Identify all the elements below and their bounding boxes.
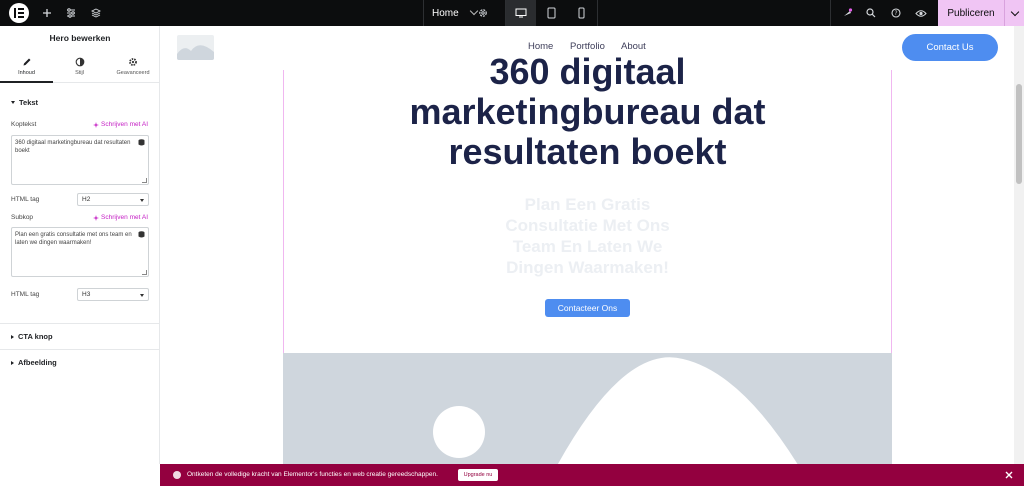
section-cta-toggle[interactable]: CTA knop: [11, 332, 53, 341]
dynamic-tags-icon[interactable]: [138, 139, 145, 146]
tab-content[interactable]: Inhoud: [0, 51, 53, 83]
structure-icon[interactable]: [87, 0, 105, 26]
divider: [0, 349, 160, 350]
site-settings-icon[interactable]: [62, 0, 80, 26]
heading-textarea-value: 360 digitaal marketingbureau dat resulta…: [15, 140, 131, 155]
elementor-logo-icon[interactable]: [9, 3, 29, 23]
contact-us-button[interactable]: Contact Us: [902, 34, 998, 61]
caret-right-icon: [11, 334, 14, 339]
elementor-badge-icon: [173, 471, 181, 479]
canvas-scrollbar[interactable]: [1014, 26, 1024, 464]
gear-icon: [129, 58, 137, 66]
heading-tag-label: HTML tag: [11, 196, 40, 203]
resize-handle[interactable]: [142, 178, 147, 183]
section-image-title: Afbeelding: [18, 358, 57, 367]
tablet-icon[interactable]: [536, 0, 566, 26]
write-with-ai-button[interactable]: Schrijven met AI: [93, 121, 148, 128]
write-with-ai-label: Schrijven met AI: [101, 214, 148, 221]
subhead-tag-label: HTML tag: [11, 291, 40, 298]
promo-text: Ontketen de volledige kracht van Element…: [187, 471, 438, 478]
write-with-ai-label: Schrijven met AI: [101, 121, 148, 128]
subhead-textarea-value: Plan een gratis consultatie met ons team…: [15, 232, 132, 247]
hero-subheading[interactable]: Plan Een Gratis Consultatie Met Ons Team…: [283, 194, 892, 278]
caret-right-icon: [11, 360, 14, 365]
whats-new-icon[interactable]: [838, 0, 856, 26]
resize-handle[interactable]: [142, 270, 147, 275]
hero-heading[interactable]: 360 digitaal marketingbureau dat resulta…: [283, 52, 892, 172]
heading-tag-select[interactable]: H2: [77, 193, 149, 206]
sparkle-icon: [93, 214, 100, 221]
tab-style-label: Stijl: [75, 70, 84, 76]
preview-icon[interactable]: [912, 0, 930, 26]
caret-down-icon: [11, 101, 15, 104]
site-logo-placeholder[interactable]: [177, 35, 214, 60]
mobile-icon[interactable]: [566, 0, 596, 26]
caret-down-icon: [140, 294, 144, 297]
panel-tabs: Inhoud Stijl Geavanceerd: [0, 51, 160, 83]
pencil-icon: [23, 58, 30, 66]
subhead-textarea[interactable]: Plan een gratis consultatie met ons team…: [11, 227, 149, 277]
section-text-title: Tekst: [19, 98, 39, 107]
page-settings-icon[interactable]: [474, 0, 492, 26]
preview-canvas: Home Portfolio About Contact Us 360 digi…: [161, 26, 1014, 464]
tab-advanced-label: Geavanceerd: [116, 70, 150, 76]
page-name: Home: [432, 7, 459, 19]
add-icon[interactable]: [38, 0, 56, 26]
help-icon[interactable]: ?: [887, 0, 905, 26]
subhead-label: Subkop: [11, 214, 34, 221]
heading-tag-value: H2: [82, 196, 91, 203]
top-bar: Home ? Publiceren: [0, 0, 1024, 26]
subhead-tag-value: H3: [82, 291, 91, 298]
publish-options-button[interactable]: [1004, 0, 1024, 26]
caret-down-icon: [140, 199, 144, 202]
sparkle-icon: [93, 121, 100, 128]
subhead-tag-select[interactable]: H3: [77, 288, 149, 301]
hero-image-placeholder[interactable]: [283, 353, 892, 464]
svg-text:?: ?: [894, 10, 897, 17]
scrollbar-thumb[interactable]: [1016, 84, 1022, 184]
editor-panel: Hero bewerken Inhoud Stijl Geavanceerd T…: [0, 26, 160, 464]
upgrade-promo-bar: Ontketen de volledige kracht van Element…: [160, 464, 1024, 486]
close-icon[interactable]: [1004, 469, 1014, 481]
tab-style[interactable]: Stijl: [53, 51, 106, 83]
heading-label: Koptekst: [11, 121, 37, 128]
divider: [0, 323, 160, 324]
heading-textarea[interactable]: 360 digitaal marketingbureau dat resulta…: [11, 135, 149, 185]
section-image-toggle[interactable]: Afbeelding: [11, 358, 57, 367]
publish-button[interactable]: Publiceren: [938, 0, 1004, 26]
dynamic-tags-icon[interactable]: [138, 231, 145, 238]
chevron-down-icon: [1010, 7, 1019, 16]
section-text-toggle[interactable]: Tekst: [11, 98, 38, 107]
panel-title: Hero bewerken: [49, 33, 111, 43]
search-icon[interactable]: [862, 0, 880, 26]
contrast-icon: [75, 57, 84, 67]
tab-advanced[interactable]: Geavanceerd: [106, 51, 160, 83]
tab-content-label: Inhoud: [18, 70, 35, 76]
write-with-ai-button[interactable]: Schrijven met AI: [93, 214, 148, 221]
desktop-icon[interactable]: [506, 0, 536, 26]
section-cta-title: CTA knop: [18, 332, 53, 341]
contact-cta-button[interactable]: Contacteer Ons: [545, 299, 630, 317]
upgrade-button[interactable]: Upgrade nu: [458, 469, 498, 481]
